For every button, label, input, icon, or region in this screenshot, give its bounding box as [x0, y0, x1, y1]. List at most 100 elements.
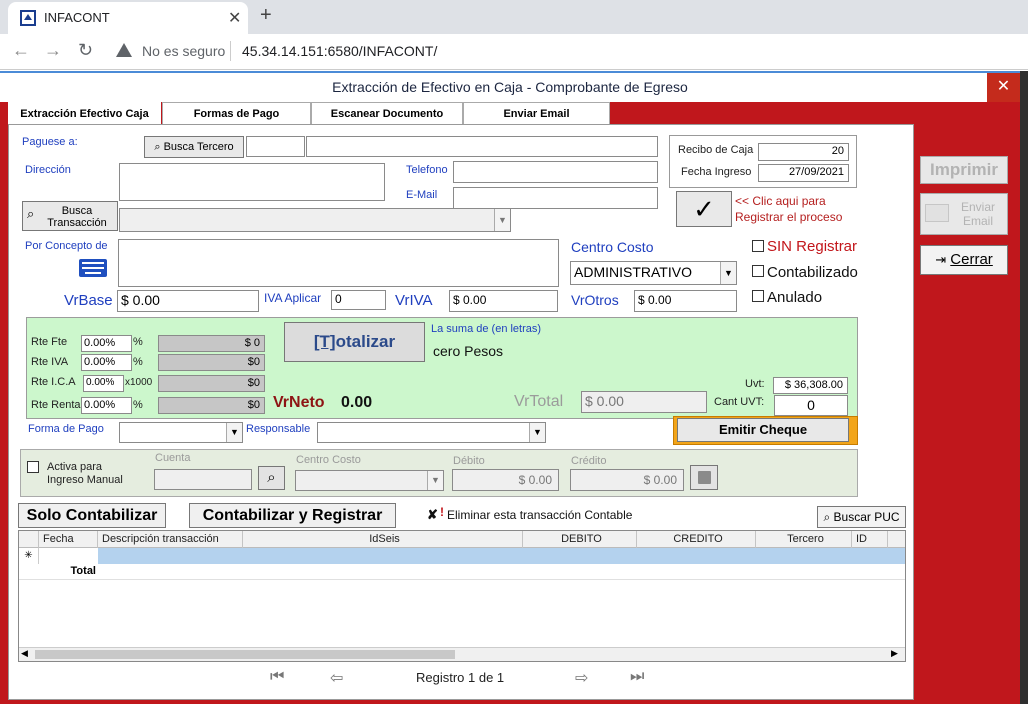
forward-icon[interactable]: →: [44, 40, 62, 61]
back-icon[interactable]: ←: [12, 40, 30, 61]
activa-label-line1: Activa para: [47, 461, 103, 473]
email-field[interactable]: [453, 187, 658, 209]
address-bar[interactable]: 45.34.14.151:6580/INFACONT/: [242, 43, 437, 59]
buscar-puc-button[interactable]: ⌕ Buscar PUC: [817, 506, 906, 528]
centro-costo-combo[interactable]: ADMINISTRATIVO: [570, 261, 737, 285]
busca-transaccion-button[interactable]: ⌕ Busca Transacción: [22, 201, 118, 231]
rte-renta-suffix: %: [133, 399, 143, 411]
reload-icon[interactable]: ↻: [78, 40, 93, 61]
col-id[interactable]: ID: [852, 531, 888, 548]
col-debito[interactable]: DEBITO: [523, 531, 637, 548]
vrneto-value: 0.00: [341, 394, 373, 411]
fecha-ingreso-field[interactable]: 27/09/2021: [758, 164, 849, 182]
cerrar-button[interactable]: ⇥ Cerrar: [920, 245, 1008, 275]
rte-ica-value: $0: [158, 375, 265, 392]
rte-renta-pct-field[interactable]: 0.00%: [81, 397, 132, 414]
telefono-label: Telefono: [406, 164, 448, 176]
busca-tercero-label: Busca Tercero: [163, 141, 234, 153]
warning-icon[interactable]: [116, 43, 132, 57]
forma-pago-combo[interactable]: ▼: [119, 422, 243, 443]
rte-fte-label: Rte Fte: [31, 336, 68, 348]
scroll-right-icon[interactable]: ▶: [891, 648, 898, 659]
save-icon: [698, 471, 711, 484]
window-title: Extracción de Efectivo en Caja - Comprob…: [332, 79, 688, 95]
scroll-thumb[interactable]: [35, 650, 455, 659]
vriva-field[interactable]: $ 0.00: [449, 290, 558, 312]
responsable-combo[interactable]: ▼: [317, 422, 546, 443]
exit-door-icon: ⇥: [935, 252, 947, 267]
sin-registrar-checkbox[interactable]: [752, 240, 764, 252]
emitir-cheque-button[interactable]: Emitir Cheque: [677, 418, 849, 442]
vrotros-field[interactable]: $ 0.00: [634, 290, 737, 312]
tab-formas-pago[interactable]: Formas de Pago: [162, 102, 311, 124]
grid-new-row[interactable]: ✳: [19, 548, 905, 564]
tab-escanear[interactable]: Escanear Documento: [311, 102, 463, 124]
rte-iva-pct-field[interactable]: 0.00%: [81, 354, 132, 371]
next-record-icon[interactable]: ⇨: [575, 668, 588, 688]
rte-fte-pct-field[interactable]: 0.00%: [81, 335, 132, 352]
centro-manual-label: Centro Costo: [296, 454, 361, 466]
chevron-down-icon[interactable]: ▼: [494, 209, 510, 231]
first-record-icon[interactable]: ⏮: [270, 668, 284, 686]
registrar-button[interactable]: ✓: [676, 191, 732, 227]
col-fecha[interactable]: Fecha: [39, 531, 98, 548]
tab-extraccion[interactable]: Extracción Efectivo Caja: [8, 102, 161, 124]
exclamation-icon: !: [440, 505, 444, 519]
guardar-linea-button[interactable]: [690, 465, 718, 490]
window-close-button[interactable]: ✕: [987, 73, 1020, 102]
chevron-down-icon[interactable]: ▼: [720, 262, 736, 284]
tercero-id-field[interactable]: [246, 136, 305, 157]
recibo-field[interactable]: 20: [758, 143, 849, 161]
vrbase-field[interactable]: $ 0.00: [117, 290, 259, 312]
tercero-name-field[interactable]: [306, 136, 658, 157]
contabilizado-checkbox[interactable]: [752, 265, 764, 277]
enviar-email-button[interactable]: Enviar Email: [920, 193, 1008, 235]
eliminar-link[interactable]: Eliminar esta transacción Contable: [447, 508, 632, 522]
direccion-field[interactable]: [119, 163, 385, 201]
grid-header: Fecha Descripción transacción IdSeis DEB…: [19, 531, 905, 548]
uvt-field: $ 36,308.00: [773, 377, 848, 394]
scroll-left-icon[interactable]: ◀: [21, 648, 28, 659]
anulado-checkbox[interactable]: [752, 290, 764, 302]
forma-pago-label: Forma de Pago: [28, 423, 104, 435]
magnifier-icon: ⌕: [27, 206, 35, 221]
buscar-cuenta-button[interactable]: ⌕: [258, 466, 285, 490]
col-credito[interactable]: CREDITO: [637, 531, 756, 548]
url-separator: [230, 41, 231, 61]
security-status[interactable]: No es seguro: [142, 43, 225, 59]
enviar-email-label-line1: Enviar: [960, 200, 995, 214]
magnifier-icon: ⌕: [823, 510, 831, 524]
col-descripcion[interactable]: Descripción transacción: [98, 531, 243, 548]
totalizar-button[interactable]: [T]otalizar: [284, 322, 425, 362]
concepto-field[interactable]: [118, 239, 559, 287]
busca-tercero-button[interactable]: ⌕ Busca Tercero: [144, 136, 244, 158]
rte-renta-value: $0: [158, 397, 265, 414]
horizontal-scrollbar[interactable]: ◀ ▶: [19, 647, 905, 661]
close-tab-icon[interactable]: ✕: [228, 8, 241, 28]
rte-ica-pct-field[interactable]: 0.00%: [83, 375, 124, 392]
transaccion-combo[interactable]: ▼: [119, 208, 511, 232]
col-idseis[interactable]: IdSeis: [243, 531, 523, 548]
vrotros-label: VrOtros: [571, 292, 619, 308]
new-tab-button[interactable]: +: [260, 4, 272, 27]
rte-iva-value: $0: [158, 354, 265, 371]
last-record-icon[interactable]: ⏭: [630, 668, 644, 686]
chevron-down-icon[interactable]: ▼: [226, 423, 242, 442]
prev-record-icon[interactable]: ⇦: [330, 668, 343, 688]
browser-tab[interactable]: INFACONT ✕: [8, 2, 248, 34]
direccion-label: Dirección: [25, 164, 71, 176]
registrar-hint-line2: Registrar el proceso: [735, 210, 843, 224]
grid-total-row: Total: [19, 564, 905, 580]
imprimir-button[interactable]: Imprimir: [920, 156, 1008, 184]
col-tercero[interactable]: Tercero: [756, 531, 852, 548]
tab-enviar-email[interactable]: Enviar Email: [463, 102, 610, 124]
delete-icon[interactable]: ✘: [427, 507, 438, 523]
chevron-down-icon[interactable]: ▼: [529, 423, 545, 442]
telefono-field[interactable]: [453, 161, 658, 183]
keyboard-icon[interactable]: [79, 259, 107, 277]
iva-aplicar-field[interactable]: 0: [331, 290, 386, 310]
asientos-grid[interactable]: Fecha Descripción transacción IdSeis DEB…: [18, 530, 906, 662]
ingreso-manual-checkbox[interactable]: [27, 461, 39, 473]
contabilizar-registrar-button[interactable]: Contabilizar y Registrar: [189, 503, 396, 528]
solo-contabilizar-button[interactable]: Solo Contabilizar: [18, 503, 166, 528]
